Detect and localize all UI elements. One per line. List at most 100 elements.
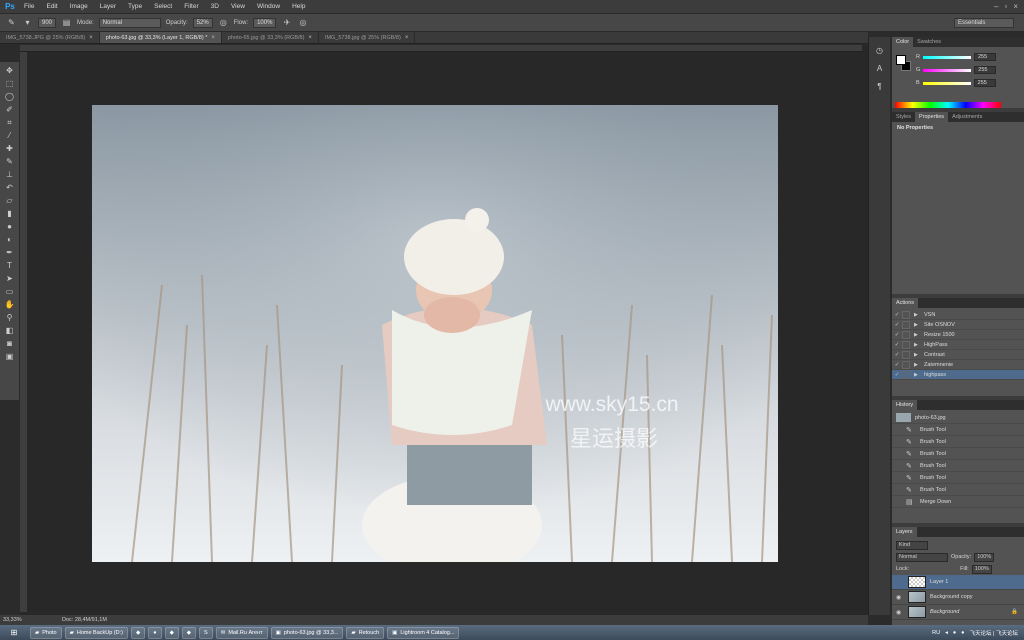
action-item[interactable]: ✓ ▶ Zatemnenie [892,360,1024,370]
menu-select[interactable]: Select [148,3,178,10]
blend-mode-select[interactable]: Normal [896,552,948,562]
minimize-icon[interactable]: – [994,2,998,11]
tray-icon[interactable]: ◂ [945,630,948,636]
layer-fill-field[interactable]: 100% [971,564,992,574]
tab-img-5738-b[interactable]: IMG_5738.jpg @ 25% (RGB/8) × [318,32,416,43]
menu-file[interactable]: File [18,3,40,10]
dodge-tool-icon[interactable]: ◐ [3,233,17,246]
brush-tool-icon[interactable]: ✎ [6,17,17,28]
history-item[interactable]: ✎ Brush Tool [892,448,1024,460]
history-brush-icon[interactable]: ↶ [3,181,17,194]
gradient-tool-icon[interactable]: ▮ [3,207,17,220]
history-item[interactable]: ✎ Brush Tool [892,484,1024,496]
layer-opacity-field[interactable]: 100% [974,552,995,562]
action-item[interactable]: ✓ ▶ VSN [892,310,1024,320]
quick-mask-icon[interactable]: ◙ [3,337,17,350]
taskbar-item-photo[interactable]: ▰ Photo [30,626,62,639]
r-value[interactable]: 255 [973,53,996,61]
tab-swatches[interactable]: Swatches [913,37,945,47]
flow-field[interactable]: 100% [253,17,277,28]
history-icon[interactable]: ◷ [873,43,887,57]
close-icon[interactable]: × [211,35,215,41]
airbrush-icon[interactable]: ✈ [281,17,292,28]
r-slider[interactable]: R 255 [916,53,996,61]
pen-tool-icon[interactable]: ✒ [3,246,17,259]
marquee-tool-icon[interactable]: ⬚ [3,77,17,90]
history-item[interactable]: ✎ Brush Tool [892,436,1024,448]
foreground-color-swatch[interactable] [896,55,906,65]
taskbar-item-mailru[interactable]: ✉ Mail.Ru Агент [215,626,268,639]
close-icon[interactable]: × [308,35,312,41]
tab-color[interactable]: Color [892,37,914,47]
healing-brush-icon[interactable]: ✚ [3,142,17,155]
screen-mode-icon[interactable]: ▣ [3,350,17,363]
g-slider[interactable]: G 255 [916,66,997,74]
path-select-icon[interactable]: ➤ [3,272,17,285]
opacity-field[interactable]: 52% [192,17,213,28]
crop-tool-icon[interactable]: ⌗ [3,116,17,129]
tab-properties[interactable]: Properties [914,112,949,122]
color-swatch-icon[interactable]: ◧ [3,324,17,337]
action-item[interactable]: ✓ ▶ HighPass [892,340,1024,350]
chevron-down-icon[interactable]: ▾ [22,17,33,28]
taskbar-app-icon[interactable]: ◆ [131,626,146,639]
close-icon[interactable]: × [1013,2,1018,11]
menu-type[interactable]: Type [122,3,148,10]
zoom-tool-icon[interactable]: ⚲ [3,311,17,324]
layer-kind-filter[interactable]: Kind [896,540,928,550]
workspace-select[interactable]: Essentials [954,17,1014,28]
visibility-eye-icon[interactable]: ◉ [896,594,904,601]
action-item[interactable]: ✓ ▶ Contrast [892,350,1024,360]
menu-edit[interactable]: Edit [40,3,63,10]
history-snapshot[interactable]: photo-63.jpg [892,412,1024,424]
color-spectrum[interactable] [895,102,1001,108]
tab-styles[interactable]: Styles [892,112,915,122]
tray-icon[interactable]: ● [953,630,956,636]
layer-row[interactable]: ◉ Background copy [892,590,1024,605]
history-item[interactable]: ✎ Brush Tool [892,424,1024,436]
lasso-tool-icon[interactable]: ◯ [3,90,17,103]
zoom-level[interactable]: 33,33% [0,617,22,623]
brush-size-field[interactable]: 900 [38,17,57,28]
tab-actions[interactable]: Actions [892,298,919,308]
tab-layers[interactable]: Layers [892,527,917,537]
language-indicator[interactable]: RU [932,630,940,636]
quick-select-tool-icon[interactable]: ✐ [3,103,17,116]
taskbar-item-retouch[interactable]: ▰ Retouch [346,626,385,639]
b-slider[interactable]: B 255 [916,79,996,87]
menu-help[interactable]: Help [286,3,311,10]
tab-img-5738-a[interactable]: IMG_5738.JPG @ 25% (RGB/8) × [0,32,100,43]
tab-photo-63[interactable]: photo-63.jpg @ 33,3% (Layer 1, RGB/8) * … [99,32,222,43]
clone-stamp-icon[interactable]: ⊥ [3,168,17,181]
eyedropper-tool-icon[interactable]: ⁄ [3,129,17,142]
menu-window[interactable]: Window [251,3,286,10]
menu-layer[interactable]: Layer [94,3,122,10]
skype-icon[interactable]: S [199,626,213,639]
menu-image[interactable]: Image [64,3,94,10]
pressure-size-icon[interactable]: ◎ [297,17,308,28]
tab-photo-65[interactable]: photo-65.jpg @ 33,3% (RGB/8) × [221,32,319,43]
tab-adjustments[interactable]: Adjustments [948,112,986,122]
eraser-tool-icon[interactable]: ▱ [3,194,17,207]
document-image[interactable]: www.sky15.cn 星运摄影 [92,105,778,562]
move-tool-icon[interactable]: ✥ [3,64,17,77]
taskbar-item-lightroom[interactable]: ▣ Lightroom 4 Catalog... [387,626,460,639]
shape-tool-icon[interactable]: ▭ [3,285,17,298]
tray-icon[interactable]: ● [961,630,964,636]
taskbar-app-icon[interactable]: ◆ [164,626,179,639]
tab-history[interactable]: History [892,400,918,410]
pressure-opacity-icon[interactable]: ◎ [218,17,229,28]
b-value[interactable]: 255 [973,79,996,87]
action-item[interactable]: ✓ ▶ Site OSNOV [892,320,1024,330]
close-icon[interactable]: × [405,35,409,41]
menu-filter[interactable]: Filter [178,3,204,10]
layer-row[interactable]: ◉ Background 🔒 [892,605,1024,620]
brush-tool-icon[interactable]: ✎ [3,155,17,168]
menu-3d[interactable]: 3D [205,3,225,10]
taskbar-item-photoshop[interactable]: ▣ photo-63.jpg @ 33,3... [270,626,344,639]
taskbar-item-backup[interactable]: ▰ Home BackUp (D:) [64,626,128,639]
layer-row-selected[interactable]: Layer 1 [892,575,1024,590]
menu-view[interactable]: View [225,3,251,10]
hand-tool-icon[interactable]: ✋ [3,298,17,311]
character-icon[interactable]: A [873,61,887,75]
